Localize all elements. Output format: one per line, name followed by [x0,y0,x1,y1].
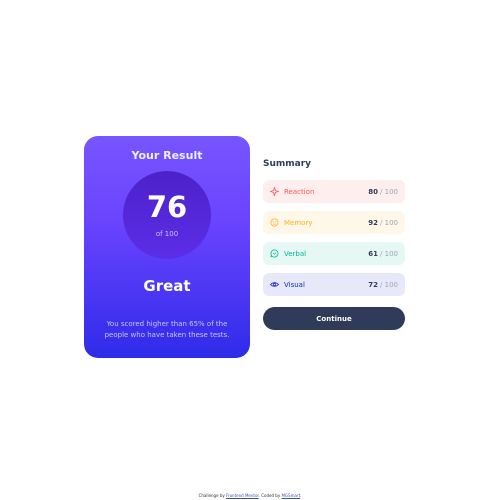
result-panel: Your Result 76 of 100 Great You scored h… [84,136,250,358]
summary-panel: Summary Reaction 80 / 100 Memory 92 / 10… [263,136,405,358]
attribution: Challenge by Frontend Mentor. Coded by M… [0,493,500,498]
results-summary-card: Your Result 76 of 100 Great You scored h… [84,136,405,358]
summary-item-score: 92 [368,218,379,227]
score-out-of: of 100 [155,229,179,238]
summary-item-score: 72 [368,280,379,289]
summary-item-reaction: Reaction 80 / 100 [263,180,405,203]
continue-button[interactable]: Continue [263,307,405,330]
score-circle: 76 of 100 [123,171,211,259]
summary-list: Reaction 80 / 100 Memory 92 / 100 Verbal… [263,180,405,296]
summary-item-score: 80 [368,187,379,196]
summary-item-total: / 100 [380,249,398,258]
summary-item-label: Verbal [284,249,307,258]
brain-icon [270,218,279,227]
score-value: 76 [146,189,188,224]
summary-title: Summary [263,159,312,169]
frontend-mentor-link[interactable]: Frontend Mentor [226,493,259,498]
chat-bubble-icon [270,249,279,258]
attribution-middle: . Coded by [258,493,281,498]
summary-item-total: / 100 [380,280,398,289]
summary-item-label: Memory [284,218,313,227]
author-link[interactable]: MGSmart [281,493,300,498]
grade-label: Great [143,277,191,295]
attribution-prefix: Challenge by [198,493,225,498]
eye-icon [270,280,279,289]
summary-item-total: / 100 [380,187,398,196]
summary-item-verbal: Verbal 61 / 100 [263,242,405,265]
result-message: You scored higher than 65% of the people… [104,320,230,339]
summary-item-label: Reaction [284,187,315,196]
summary-item-label: Visual [284,280,305,289]
lightning-icon [270,187,279,196]
attribution-suffix: . [300,493,302,498]
summary-item-total: / 100 [380,218,398,227]
summary-item-score: 61 [368,249,379,258]
result-title: Your Result [131,149,203,162]
summary-item-memory: Memory 92 / 100 [263,211,405,234]
summary-item-visual: Visual 72 / 100 [263,273,405,296]
